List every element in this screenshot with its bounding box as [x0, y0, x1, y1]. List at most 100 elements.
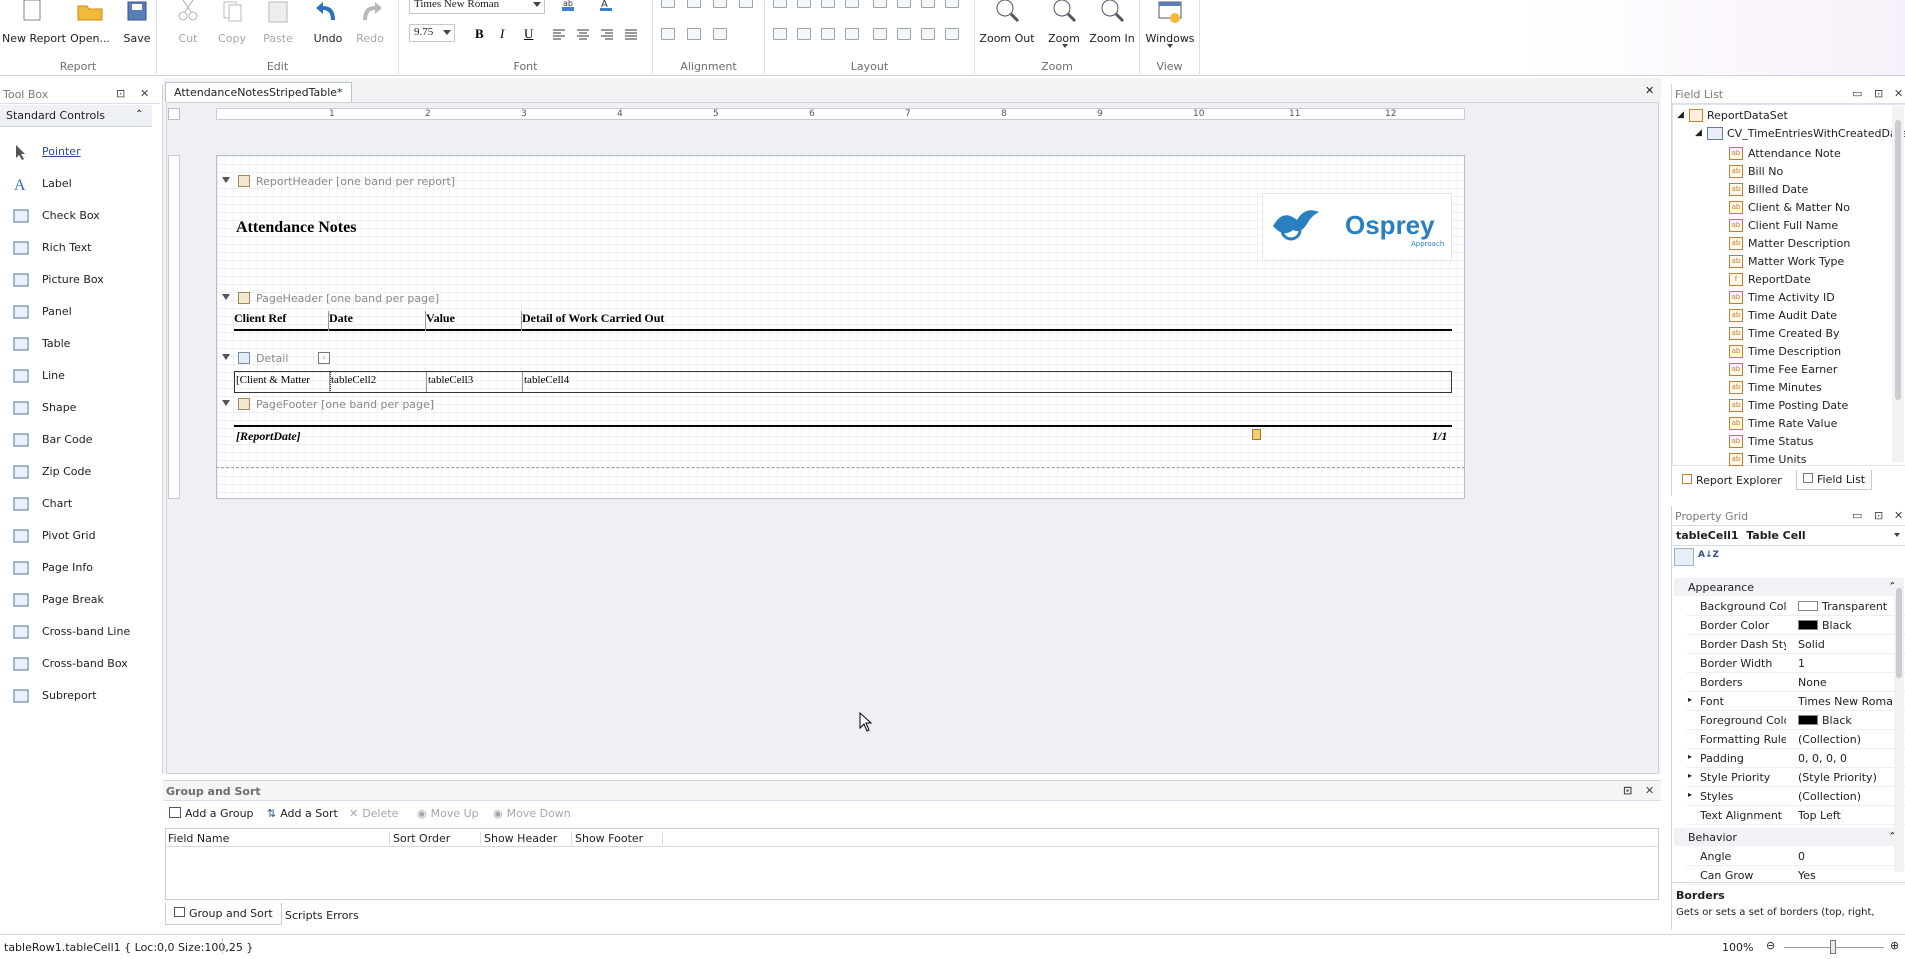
bring-to-front-icon[interactable] [921, 28, 935, 40]
sort-alphabetical-icon[interactable]: A↓Z [1698, 550, 1719, 560]
horizontal-spacing-icon[interactable] [873, 0, 887, 8]
property-value[interactable]: 0, 0, 0, 0 [1798, 752, 1902, 765]
move-up-button[interactable]: ◉ Move Up [417, 807, 479, 820]
property-grid-scrollbar[interactable] [1894, 578, 1904, 872]
band-page-footer[interactable]: PageFooter [one band per page] [220, 397, 1460, 413]
cut-button[interactable]: Cut [171, 0, 205, 45]
tree-table[interactable]: CV_TimeEntriesWithCreatedDate [1727, 127, 1905, 140]
property-value[interactable]: Top Left [1798, 809, 1902, 822]
align-center-icon[interactable] [576, 28, 590, 43]
close-icon[interactable]: ✕ [1645, 84, 1654, 97]
property-value[interactable]: Yes [1798, 869, 1902, 882]
category-behavior[interactable]: Behavior ⌃ [1674, 828, 1904, 846]
italic-button[interactable]: I [500, 26, 504, 42]
zoom-out-button[interactable]: Zoom Out [979, 0, 1035, 45]
header-cell[interactable]: Date [329, 311, 426, 331]
tab-group-and-sort[interactable]: Group and Sort [165, 903, 282, 925]
font-color-icon[interactable]: A [599, 0, 613, 12]
align-middles-icon[interactable] [687, 28, 701, 40]
tool-chart[interactable]: Chart [0, 493, 160, 515]
header-table[interactable]: Client Ref Date Value Detail of Work Carrie… [234, 309, 1452, 331]
windows-button[interactable]: Windows [1142, 0, 1198, 48]
remove-spacing-icon[interactable] [945, 0, 959, 8]
zoom-slider-thumb[interactable] [1830, 940, 1836, 954]
increase-spacing-icon[interactable] [897, 0, 911, 8]
tool-picture-box[interactable]: Picture Box [0, 269, 160, 291]
collapse-icon[interactable]: ◢ [1695, 128, 1702, 138]
header-cell[interactable]: Value [426, 311, 522, 331]
collapse-triangle-icon[interactable] [222, 354, 230, 360]
column-show-footer[interactable]: Show Footer [575, 832, 663, 845]
close-icon[interactable]: ✕ [1894, 509, 1903, 522]
table-cell[interactable]: tableCell3 [427, 372, 523, 392]
paste-button[interactable]: Paste [259, 0, 297, 45]
close-icon[interactable]: ✕ [140, 87, 149, 100]
open-button[interactable]: Open... [66, 0, 114, 45]
property-row[interactable]: ▸ Style Priority (Style Priority) [1686, 768, 1905, 787]
add-sort-button[interactable]: ⇅ Add a Sort [267, 807, 338, 820]
make-same-width-icon[interactable] [773, 0, 787, 8]
tool-line[interactable]: Line [0, 365, 160, 387]
property-value[interactable]: None [1798, 676, 1902, 689]
property-value[interactable]: 0 [1798, 850, 1902, 863]
expand-icon[interactable]: ▸ [1688, 752, 1692, 761]
table-cell-selected[interactable]: [Client & Matter [234, 371, 331, 393]
category-appearance[interactable]: Appearance ⌃ [1674, 578, 1904, 596]
save-button[interactable]: Save [120, 0, 154, 45]
increase-vspacing-icon[interactable] [797, 28, 811, 40]
tool-label[interactable]: A Label [0, 173, 160, 195]
property-row[interactable]: Border Color Black [1686, 616, 1905, 635]
smart-tag-icon[interactable]: › [318, 352, 330, 364]
zoom-in-button[interactable]: Zoom In [1087, 0, 1137, 45]
zoom-in-icon[interactable]: ⊕ [1890, 939, 1899, 952]
tool-page-info[interactable]: Page Info [0, 557, 160, 579]
tab-report-explorer[interactable]: Report Explorer [1676, 472, 1788, 489]
align-centers-icon[interactable] [687, 0, 701, 8]
undo-button[interactable]: Undo [309, 0, 347, 45]
maximize-icon[interactable]: ▭ [1852, 509, 1862, 522]
font-family-combo[interactable]: Times New Roman [409, 0, 545, 14]
tool-zip-code[interactable]: Zip Code [0, 461, 160, 483]
footer-row[interactable]: [ReportDate] 1/1 [234, 425, 1452, 445]
property-value[interactable]: (Collection) [1798, 733, 1902, 746]
header-cell[interactable]: Client Ref [234, 311, 329, 331]
underline-button[interactable]: U [524, 26, 533, 42]
tool-check-box[interactable]: Check Box [0, 205, 160, 227]
align-to-grid-icon[interactable] [739, 0, 753, 8]
collapse-triangle-icon[interactable] [222, 177, 230, 183]
redo-button[interactable]: Redo [351, 0, 389, 45]
column-show-header[interactable]: Show Header [484, 832, 572, 845]
tab-field-list[interactable]: Field List [1796, 470, 1873, 490]
zoom-out-icon[interactable]: ⊖ [1766, 939, 1775, 952]
vertical-spacing-icon[interactable] [773, 28, 787, 40]
table-cell[interactable]: tableCell4 [523, 372, 1453, 392]
field-tree[interactable]: ◢ ReportDataSet ◢ CV_TimeEntriesWithCrea… [1672, 104, 1905, 466]
categorized-view-icon[interactable] [1674, 548, 1694, 566]
size-to-grid-icon[interactable] [797, 0, 811, 8]
toolbox-category[interactable]: Standard Controls ⌃ [0, 105, 152, 127]
property-value[interactable]: (Collection) [1798, 790, 1902, 803]
property-row[interactable]: Angle 0 [1686, 847, 1905, 866]
band-page-header[interactable]: PageHeader [one band per page] [220, 291, 1460, 307]
align-tops-icon[interactable] [661, 28, 675, 40]
tab-document[interactable]: AttendanceNotesStripedTable* [165, 82, 352, 102]
bold-button[interactable]: B [475, 26, 484, 42]
collapse-triangle-icon[interactable] [222, 400, 230, 406]
tool-pivot-grid[interactable]: Pivot Grid [0, 525, 160, 547]
tool-table[interactable]: Table [0, 333, 160, 355]
align-right-icon[interactable] [600, 28, 614, 43]
delete-button[interactable]: ✕ Delete [349, 807, 398, 820]
maximize-icon[interactable]: ▭ [1852, 87, 1862, 100]
band-report-header[interactable]: ReportHeader [one band per report] [220, 174, 1460, 190]
logo-picture-box[interactable]: Osprey Approach [1262, 193, 1452, 261]
expand-icon[interactable]: ▸ [1688, 790, 1692, 799]
tool-shape[interactable]: Shape [0, 397, 160, 419]
property-row[interactable]: ▸ Font Times New Roman,... [1686, 692, 1905, 711]
close-icon[interactable]: ✕ [1894, 87, 1903, 100]
expand-icon[interactable]: ▸ [1688, 695, 1692, 704]
object-selector[interactable]: tableCell1 Table Cell [1672, 526, 1905, 546]
property-row[interactable]: Background Colo Transparent [1686, 597, 1905, 616]
make-same-height-icon[interactable] [821, 0, 835, 8]
property-row[interactable]: Border Dash Sty Solid [1686, 635, 1905, 654]
report-title[interactable]: Attendance Notes [236, 219, 356, 237]
